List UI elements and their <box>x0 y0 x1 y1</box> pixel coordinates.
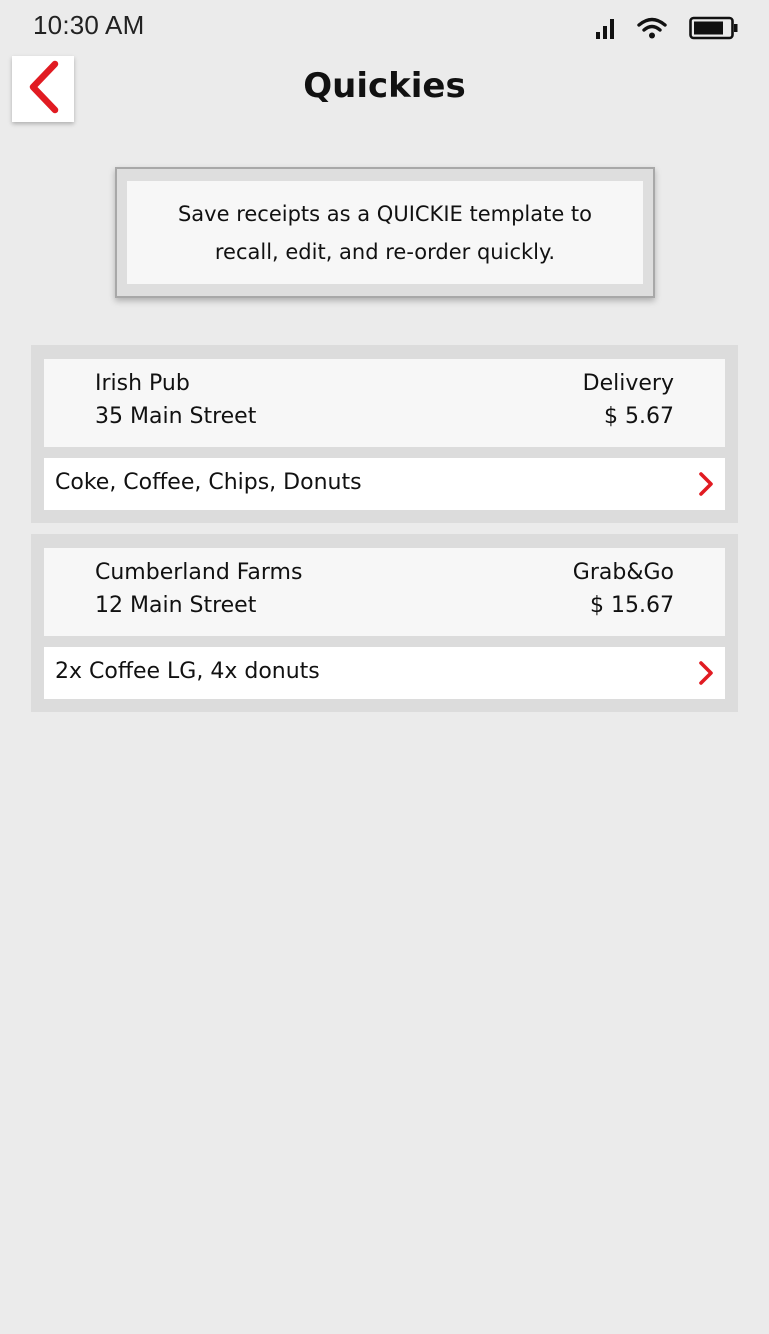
signal-icon <box>595 17 615 43</box>
info-line-2: recall, edit, and re-order quickly. <box>214 239 556 264</box>
quickie-items-row[interactable]: Coke, Coffee, Chips, Donuts <box>44 458 725 510</box>
info-box: Save receipts as a QUICKIE template to r… <box>115 167 655 298</box>
quickie-summary: Cumberland Farms 12 Main Street Grab&Go … <box>44 548 725 636</box>
page-title: Quickies <box>303 66 466 106</box>
store-name: Cumberland Farms <box>95 560 303 585</box>
quickie-items-row[interactable]: 2x Coffee LG, 4x donuts <box>44 647 725 699</box>
battery-icon <box>689 16 739 44</box>
store-name: Irish Pub <box>95 371 190 396</box>
status-bar: 10:30 AM <box>0 0 769 56</box>
status-icons <box>595 16 739 44</box>
quickie-card: Irish Pub 35 Main Street Delivery $ 5.67… <box>31 345 738 523</box>
quickie-summary: Irish Pub 35 Main Street Delivery $ 5.67 <box>44 359 725 447</box>
order-items: 2x Coffee LG, 4x donuts <box>55 659 320 684</box>
order-total: $ 15.67 <box>590 593 674 618</box>
order-type: Grab&Go <box>572 560 674 585</box>
info-line-1: Save receipts as a QUICKIE template to <box>177 201 593 226</box>
store-address: 12 Main Street <box>95 593 257 618</box>
info-message: Save receipts as a QUICKIE template to r… <box>127 181 643 284</box>
quickie-card: Cumberland Farms 12 Main Street Grab&Go … <box>31 534 738 712</box>
order-items: Coke, Coffee, Chips, Donuts <box>55 470 362 495</box>
order-total: $ 5.67 <box>604 404 674 429</box>
chevron-right-icon <box>695 660 717 686</box>
chevron-right-icon <box>695 471 717 497</box>
status-time: 10:30 AM <box>33 10 145 40</box>
wifi-icon <box>637 17 667 43</box>
order-type: Delivery <box>582 371 674 396</box>
store-address: 35 Main Street <box>95 404 257 429</box>
